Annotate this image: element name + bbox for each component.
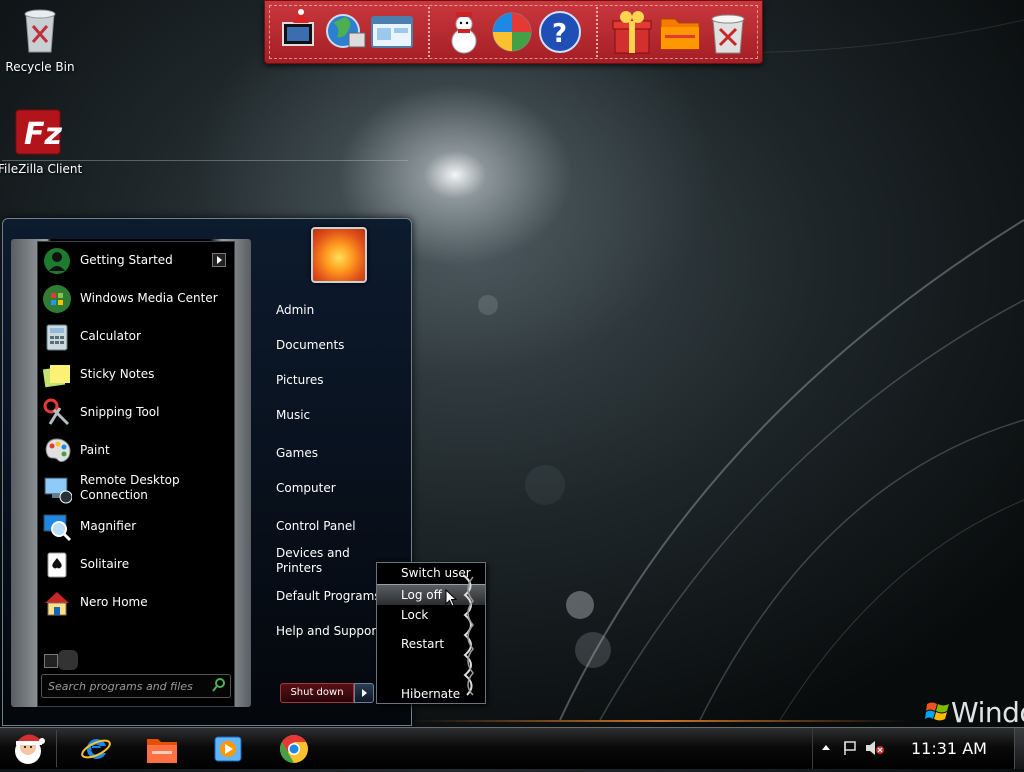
trash-icon[interactable] bbox=[705, 9, 751, 55]
desktop-divider bbox=[2, 160, 408, 161]
program-label: Nero Home bbox=[80, 595, 148, 609]
top-dock: ? bbox=[264, 0, 763, 64]
paint-icon bbox=[45, 438, 71, 463]
search-box[interactable] bbox=[41, 674, 231, 698]
svg-text:Fz: Fz bbox=[24, 117, 62, 152]
windows-media-icon[interactable] bbox=[489, 9, 535, 55]
start-link-pictures[interactable]: Pictures bbox=[276, 373, 324, 387]
program-label: Magnifier bbox=[80, 519, 137, 533]
start-link-computer[interactable]: Computer bbox=[276, 481, 336, 495]
sticky-notes-icon bbox=[42, 365, 70, 388]
svg-text:?: ? bbox=[552, 19, 567, 49]
snowman-icon[interactable] bbox=[441, 9, 487, 55]
start-link-devices-printers[interactable]: Devices and Printers bbox=[276, 546, 350, 576]
start-link-games[interactable]: Games bbox=[276, 446, 318, 460]
system-tray: 11:31 AM bbox=[812, 728, 1024, 769]
desktop-icon-filezilla[interactable]: Fz FileZilla Client bbox=[0, 108, 83, 176]
start-link-documents[interactable]: Documents bbox=[276, 338, 344, 352]
volume-muted-icon[interactable] bbox=[865, 740, 885, 756]
program-remote-desktop[interactable]: Remote Desktop Connection bbox=[38, 470, 234, 508]
program-label: Paint bbox=[80, 443, 110, 457]
mouse-cursor-icon bbox=[445, 589, 457, 607]
folder-icon[interactable] bbox=[657, 9, 703, 55]
solitaire-icon bbox=[47, 552, 67, 578]
taskbar-separator bbox=[56, 730, 59, 767]
filezilla-icon: Fz bbox=[15, 109, 62, 155]
user-avatar[interactable] bbox=[311, 227, 367, 283]
program-label: Remote Desktop Connection bbox=[80, 473, 180, 502]
program-windows-media-center[interactable]: Windows Media Center bbox=[38, 280, 234, 318]
program-label: Calculator bbox=[80, 329, 141, 343]
globe-icon[interactable] bbox=[323, 9, 369, 55]
dock-separator bbox=[596, 7, 600, 57]
decorative-scroll-art-icon bbox=[462, 574, 474, 696]
gift-icon[interactable] bbox=[609, 9, 655, 55]
all-programs-icon bbox=[58, 650, 78, 670]
programs-list: Getting Started Windows Media Center Cal… bbox=[37, 241, 235, 707]
start-link-control-panel[interactable]: Control Panel bbox=[276, 519, 356, 533]
start-link-default-programs[interactable]: Default Programs bbox=[276, 589, 381, 603]
chrome-icon[interactable] bbox=[276, 731, 312, 767]
taskbar: 11:31 AM bbox=[0, 727, 1024, 769]
action-center-flag-icon[interactable] bbox=[843, 740, 859, 756]
program-solitaire[interactable]: Solitaire bbox=[38, 546, 234, 584]
program-label: Getting Started bbox=[80, 253, 173, 267]
file-explorer-icon[interactable] bbox=[144, 731, 180, 767]
submenu-arrow-icon[interactable] bbox=[212, 253, 226, 267]
show-hidden-icons-icon[interactable] bbox=[821, 743, 831, 753]
snipping-tool-icon bbox=[43, 398, 70, 426]
program-label: Snipping Tool bbox=[80, 405, 160, 419]
program-getting-started[interactable]: Getting Started bbox=[38, 242, 234, 280]
start-link-admin[interactable]: Admin bbox=[276, 303, 314, 317]
shutdown-options-button[interactable] bbox=[354, 683, 374, 703]
search-input[interactable] bbox=[46, 677, 208, 695]
christmas-computer-icon[interactable] bbox=[277, 9, 323, 55]
program-paint[interactable]: Paint bbox=[38, 432, 234, 470]
network-window-icon[interactable] bbox=[369, 9, 415, 55]
program-label: Windows Media Center bbox=[80, 291, 218, 305]
taskbar-clock[interactable]: 11:31 AM bbox=[911, 739, 987, 758]
start-link-music[interactable]: Music bbox=[276, 408, 310, 422]
start-button[interactable] bbox=[4, 729, 54, 769]
program-sticky-notes[interactable]: Sticky Notes bbox=[38, 356, 234, 394]
desktop-icon-label: Recycle Bin bbox=[5, 60, 75, 74]
dock-separator bbox=[428, 7, 432, 57]
desktop-glow-line bbox=[410, 720, 910, 722]
help-icon[interactable]: ? bbox=[537, 9, 583, 55]
program-magnifier[interactable]: Magnifier bbox=[38, 508, 234, 546]
media-player-icon[interactable] bbox=[210, 731, 246, 767]
santa-start-icon bbox=[15, 734, 45, 764]
calculator-icon bbox=[46, 324, 68, 351]
shutdown-button[interactable]: Shut down bbox=[280, 683, 354, 703]
all-programs-toggle[interactable] bbox=[42, 650, 78, 672]
program-label: Solitaire bbox=[80, 557, 130, 571]
program-calculator[interactable]: Calculator bbox=[38, 318, 234, 356]
windows-flag-icon bbox=[925, 702, 949, 721]
recycle-bin-icon bbox=[24, 9, 56, 53]
internet-explorer-icon[interactable] bbox=[78, 731, 114, 767]
start-link-help-support[interactable]: Help and Support bbox=[276, 624, 381, 638]
all-programs-arrow-icon bbox=[44, 654, 58, 668]
media-center-icon bbox=[43, 285, 71, 313]
desktop-icon-recycle-bin[interactable]: Recycle Bin bbox=[0, 6, 80, 74]
show-desktop-button[interactable] bbox=[1014, 728, 1024, 769]
power-options-menu: Switch user Log off Lock Restart Hiberna… bbox=[376, 562, 486, 704]
start-menu: Getting Started Windows Media Center Cal… bbox=[2, 218, 412, 726]
program-snipping-tool[interactable]: Snipping Tool bbox=[38, 394, 234, 432]
windows-brand-text: Windo bbox=[925, 696, 1024, 729]
search-icon[interactable] bbox=[212, 678, 226, 692]
remote-desktop-icon bbox=[44, 477, 72, 504]
magnifier-icon bbox=[43, 514, 72, 542]
desktop-icon-label: FileZilla Client bbox=[0, 162, 83, 176]
program-label: Sticky Notes bbox=[80, 367, 155, 381]
program-nero-home[interactable]: Nero Home bbox=[38, 584, 234, 622]
nero-home-icon bbox=[45, 592, 69, 616]
getting-started-icon bbox=[44, 248, 70, 274]
